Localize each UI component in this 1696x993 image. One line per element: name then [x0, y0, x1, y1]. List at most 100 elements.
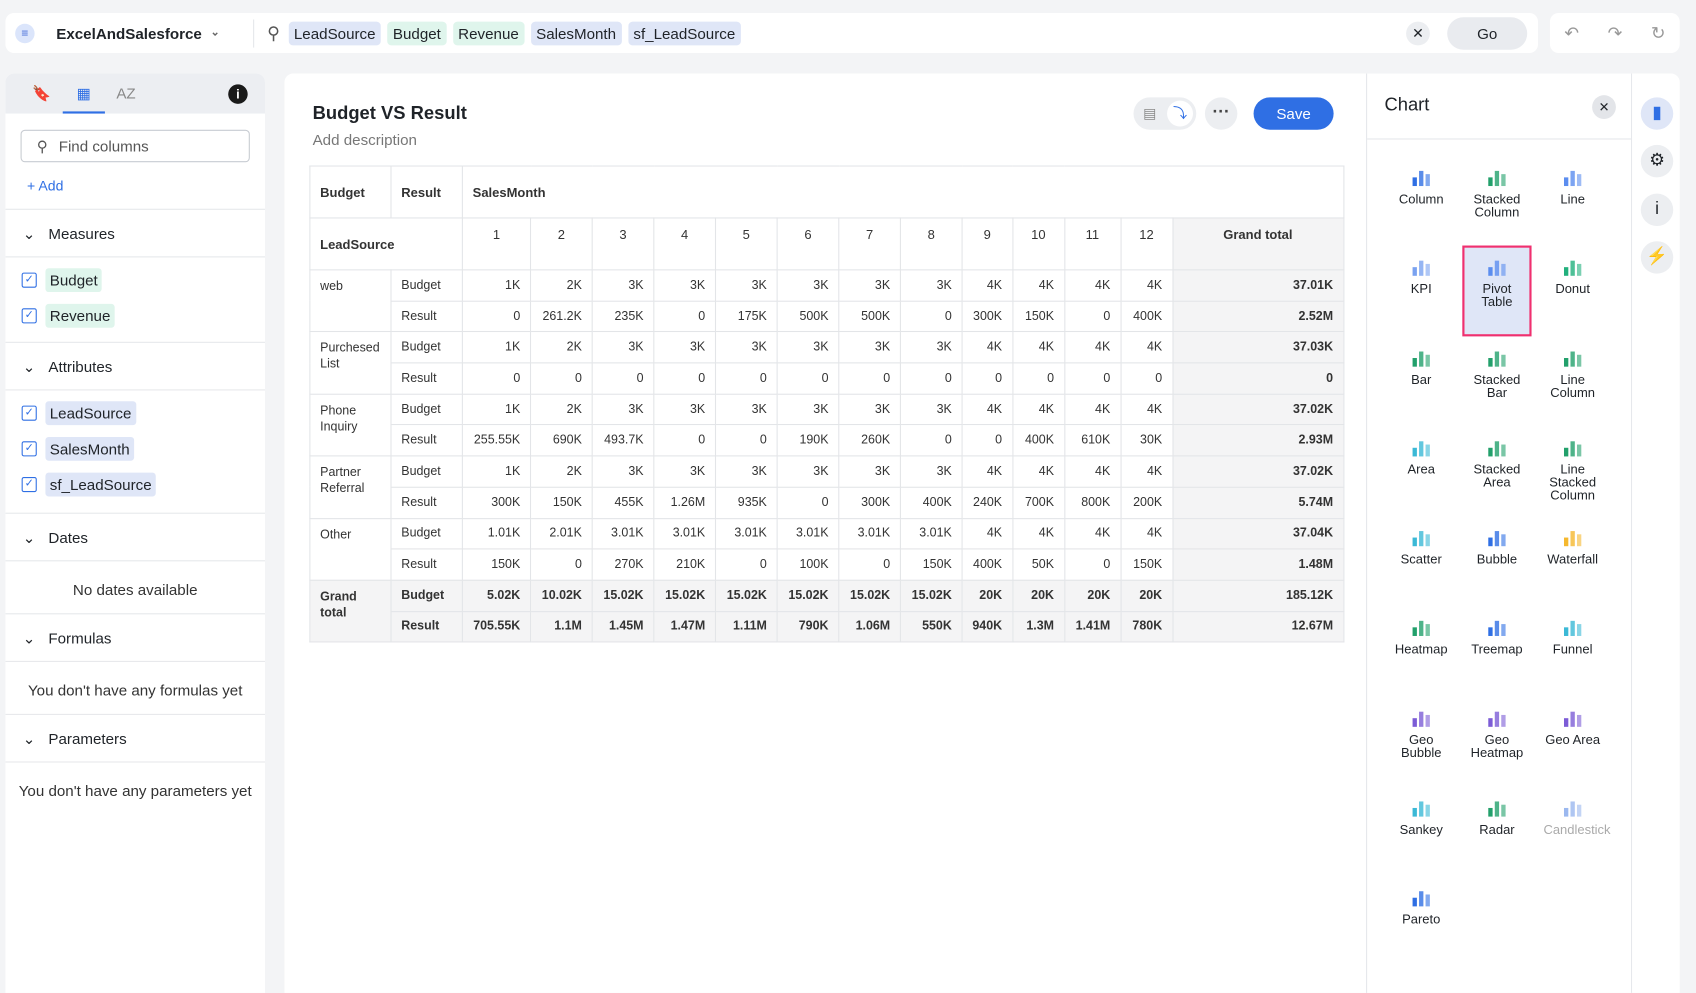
info-icon[interactable]: i — [228, 84, 248, 104]
page-title[interactable]: Budget VS Result — [313, 103, 467, 125]
description-field[interactable]: Add description — [313, 131, 417, 148]
reset-icon[interactable]: ↻ — [1651, 22, 1666, 44]
dates-section[interactable]: ⌄ Dates — [5, 512, 265, 562]
datasource-selector[interactable]: ExcelAndSalesforce ⌄ — [56, 24, 253, 41]
waterfall-icon — [1563, 531, 1582, 547]
search-token[interactable]: Revenue — [452, 21, 525, 45]
go-button[interactable]: Go — [1447, 16, 1528, 50]
value-cell: 3K — [838, 331, 901, 364]
chart-type-stacked-area[interactable]: Stacked Area — [1459, 426, 1535, 516]
column-item[interactable]: ✓ Revenue — [5, 297, 265, 333]
chart-type-label: Candlestick — [1543, 822, 1611, 838]
chart-view-icon[interactable]: ⤵ — [1167, 100, 1194, 127]
chart-type-line-column[interactable]: Line Column — [1535, 336, 1611, 426]
columns-tab[interactable]: ▦ — [62, 74, 105, 114]
checkbox[interactable]: ✓ — [21, 405, 37, 421]
chart-type-bubble[interactable]: Bubble — [1459, 516, 1535, 606]
value-cell: 3.01K — [653, 517, 717, 550]
value-cell: 1.11M — [714, 610, 778, 643]
view-toggle[interactable]: ▤ ⤵ — [1133, 97, 1197, 130]
chart-type-treemap[interactable]: Treemap — [1459, 606, 1535, 696]
value-cell: 150K — [529, 486, 593, 519]
redo-icon[interactable]: ↷ — [1608, 22, 1623, 44]
parameters-section[interactable]: ⌄ Parameters — [5, 713, 265, 763]
measure-cell: Result — [390, 610, 463, 643]
value-cell: 455K — [591, 486, 655, 519]
close-icon[interactable]: ✕ — [1592, 95, 1616, 119]
save-button[interactable]: Save — [1253, 97, 1334, 130]
chart-type-label: Sankey — [1399, 822, 1443, 838]
chart-type-candlestick[interactable]: Candlestick — [1535, 786, 1611, 876]
search-icon: ⚲ — [36, 136, 48, 155]
chart-type-stacked-bar[interactable]: Stacked Bar — [1459, 336, 1535, 426]
chart-type-kpi[interactable]: KPI — [1383, 246, 1459, 336]
info-icon[interactable]: i — [1640, 193, 1674, 227]
column-header[interactable]: Budget — [309, 165, 392, 219]
chart-type-bar[interactable]: Bar — [1383, 336, 1459, 426]
chart-type-area[interactable]: Area — [1383, 426, 1459, 516]
add-button[interactable]: + Add — [27, 177, 243, 193]
undo-icon[interactable]: ↶ — [1564, 22, 1579, 44]
column-item[interactable]: ✓ sf_LeadSource — [5, 466, 265, 502]
column-item[interactable]: ✓ Budget — [5, 262, 265, 298]
formulas-section[interactable]: ⌄ Formulas — [5, 613, 265, 662]
search-token[interactable]: SalesMonth — [530, 21, 622, 45]
chart-type-stacked-column[interactable]: Stacked Column — [1459, 156, 1535, 246]
value-cell: 3.01K — [838, 517, 901, 550]
checkbox[interactable]: ✓ — [21, 476, 37, 492]
chart-type-donut[interactable]: Donut — [1535, 246, 1611, 336]
column-header[interactable]: SalesMonth — [461, 165, 1344, 219]
search-token[interactable]: LeadSource — [288, 21, 381, 45]
chart-type-heatmap[interactable]: Heatmap — [1383, 606, 1459, 696]
attributes-section[interactable]: ⌄ Attributes — [5, 341, 265, 391]
line-stacked-column-icon — [1563, 441, 1582, 457]
chart-type-radar[interactable]: Radar — [1459, 786, 1535, 876]
chart-type-geo-area[interactable]: Geo Area — [1535, 696, 1611, 786]
chart-type-line-stacked-column[interactable]: Line Stacked Column — [1535, 426, 1611, 516]
value-cell: 5.02K — [461, 579, 532, 612]
column-item[interactable]: ✓ LeadSource — [5, 395, 265, 431]
value-cell: 4K — [1119, 331, 1173, 364]
value-cell: 500K — [838, 300, 901, 333]
chart-type-geo-heatmap[interactable]: Geo Heatmap — [1459, 696, 1535, 786]
find-columns-input[interactable]: ⚲ Find columns — [20, 129, 250, 163]
column-item[interactable]: ✓ SalesMonth — [5, 430, 265, 466]
value-cell: 4K — [961, 393, 1013, 426]
line-column-icon — [1563, 351, 1582, 367]
search-token[interactable]: sf_LeadSource — [627, 21, 741, 45]
chart-type-geo-bubble[interactable]: Geo Bubble — [1383, 696, 1459, 786]
checkbox[interactable]: ✓ — [21, 272, 37, 288]
chart-type-funnel[interactable]: Funnel — [1535, 606, 1611, 696]
value-cell: 0 — [899, 362, 963, 395]
gear-icon[interactable]: ⚙ — [1640, 144, 1674, 178]
chart-type-column[interactable]: Column — [1383, 156, 1459, 246]
bookmark-tab[interactable]: 🔖 — [21, 74, 63, 114]
more-options-button[interactable]: ··· — [1204, 97, 1238, 130]
lightning-icon[interactable]: ⚡ — [1640, 241, 1674, 274]
chart-type-line[interactable]: Line — [1535, 156, 1611, 246]
chart-type-label: Pareto — [1402, 912, 1441, 928]
chart-type-label: KPI — [1410, 281, 1432, 297]
sort-az-tab[interactable]: AZ — [105, 74, 147, 114]
chart-type-scatter[interactable]: Scatter — [1383, 516, 1459, 606]
search-token[interactable]: Budget — [387, 21, 447, 45]
table-view-icon[interactable]: ▤ — [1137, 101, 1163, 127]
value-cell: 3K — [838, 269, 901, 302]
menu-icon[interactable]: ≡ — [15, 23, 35, 43]
chart-type-sankey[interactable]: Sankey — [1383, 786, 1459, 876]
chart-type-pivot-table[interactable]: Pivot Table — [1462, 245, 1532, 336]
chart-type-label: Geo Bubble — [1401, 732, 1442, 761]
checkbox[interactable]: ✓ — [21, 440, 37, 456]
chart-type-label: Scatter — [1400, 551, 1442, 567]
bar-icon — [1412, 351, 1430, 367]
chart-type-pareto[interactable]: Pareto — [1383, 877, 1459, 967]
column-header[interactable]: Result — [390, 165, 463, 219]
checkbox[interactable]: ✓ — [21, 307, 37, 323]
chart-icon[interactable]: ▮ — [1640, 97, 1674, 130]
history-controls: ↶ ↷ ↻ — [1549, 12, 1680, 53]
search-tokens[interactable]: LeadSource Budget Revenue SalesMonth sf_Lead… — [288, 21, 747, 45]
row-header[interactable]: LeadSource — [309, 217, 463, 271]
measures-section[interactable]: ⌄ Measures — [5, 208, 265, 258]
clear-search-button[interactable]: ✕ — [1406, 21, 1430, 45]
chart-type-waterfall[interactable]: Waterfall — [1535, 516, 1611, 606]
